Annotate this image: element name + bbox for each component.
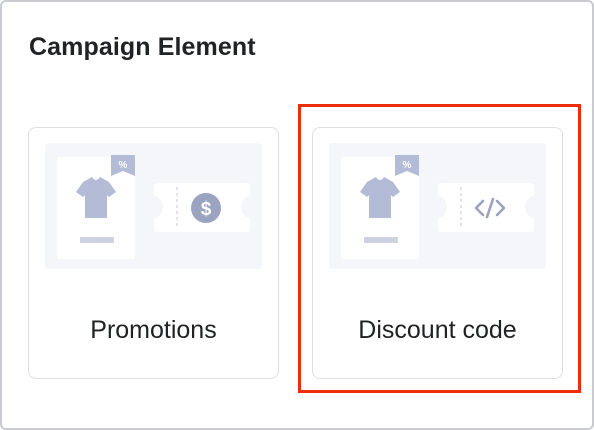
coupon-ticket xyxy=(438,183,534,232)
coupon-ticket: $ xyxy=(154,183,250,232)
svg-text:%: % xyxy=(403,160,412,171)
panel-title: Campaign Element xyxy=(29,33,256,61)
svg-text:$: $ xyxy=(201,199,212,220)
price-bar xyxy=(80,237,114,243)
svg-text:%: % xyxy=(119,160,128,171)
discount-code-label: Discount code xyxy=(358,316,517,344)
discount-code-card[interactable]: % Discount code xyxy=(312,127,563,379)
campaign-element-panel: Campaign Element % $ Promotions % Discou… xyxy=(0,0,594,430)
discount-code-illustration: % xyxy=(329,143,546,269)
promotions-illustration: % $ xyxy=(45,143,262,269)
product-tile xyxy=(341,157,419,259)
dollar-icon: $ xyxy=(191,193,221,223)
promotions-card[interactable]: % $ Promotions xyxy=(28,127,279,379)
product-tile xyxy=(57,157,135,259)
promotions-label: Promotions xyxy=(90,316,217,344)
price-bar xyxy=(364,237,398,243)
